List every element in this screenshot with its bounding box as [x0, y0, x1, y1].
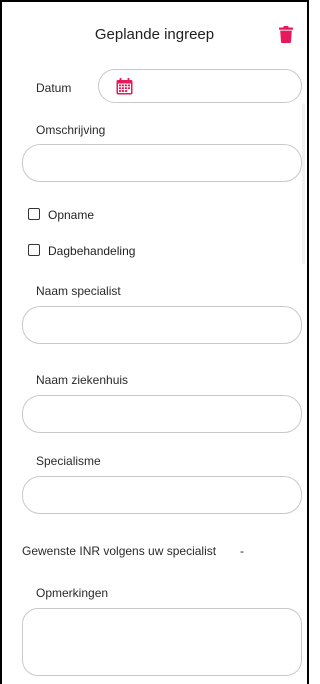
- admission-label[interactable]: Opname: [48, 208, 94, 222]
- hospital-name-label: Naam ziekenhuis: [36, 373, 129, 387]
- date-field[interactable]: [98, 69, 302, 103]
- daycare-checkbox[interactable]: [28, 244, 40, 256]
- trash-icon[interactable]: [279, 26, 293, 43]
- specialism-label: Specialisme: [36, 454, 101, 468]
- description-label: Omschrijving: [36, 123, 106, 137]
- date-label: Datum: [36, 81, 72, 95]
- remarks-textarea[interactable]: [22, 608, 302, 676]
- inr-value: -: [240, 544, 244, 558]
- inr-label: Gewenste INR volgens uw specialist: [22, 544, 217, 558]
- hospital-name-input[interactable]: [22, 395, 302, 433]
- daycare-label[interactable]: Dagbehandeling: [48, 244, 135, 258]
- planned-procedure-screen: Geplande ingreep Datum Omschrijving Opna…: [0, 0, 309, 684]
- remarks-label: Opmerkingen: [36, 586, 109, 600]
- specialist-name-input[interactable]: [22, 306, 302, 344]
- page-title: Geplande ingreep: [94, 26, 215, 43]
- admission-checkbox[interactable]: [28, 208, 40, 220]
- specialism-input[interactable]: [22, 476, 302, 514]
- calendar-icon: [116, 78, 133, 95]
- description-input[interactable]: [22, 144, 302, 182]
- scrollbar[interactable]: [302, 104, 305, 264]
- specialist-name-label: Naam specialist: [36, 284, 121, 298]
